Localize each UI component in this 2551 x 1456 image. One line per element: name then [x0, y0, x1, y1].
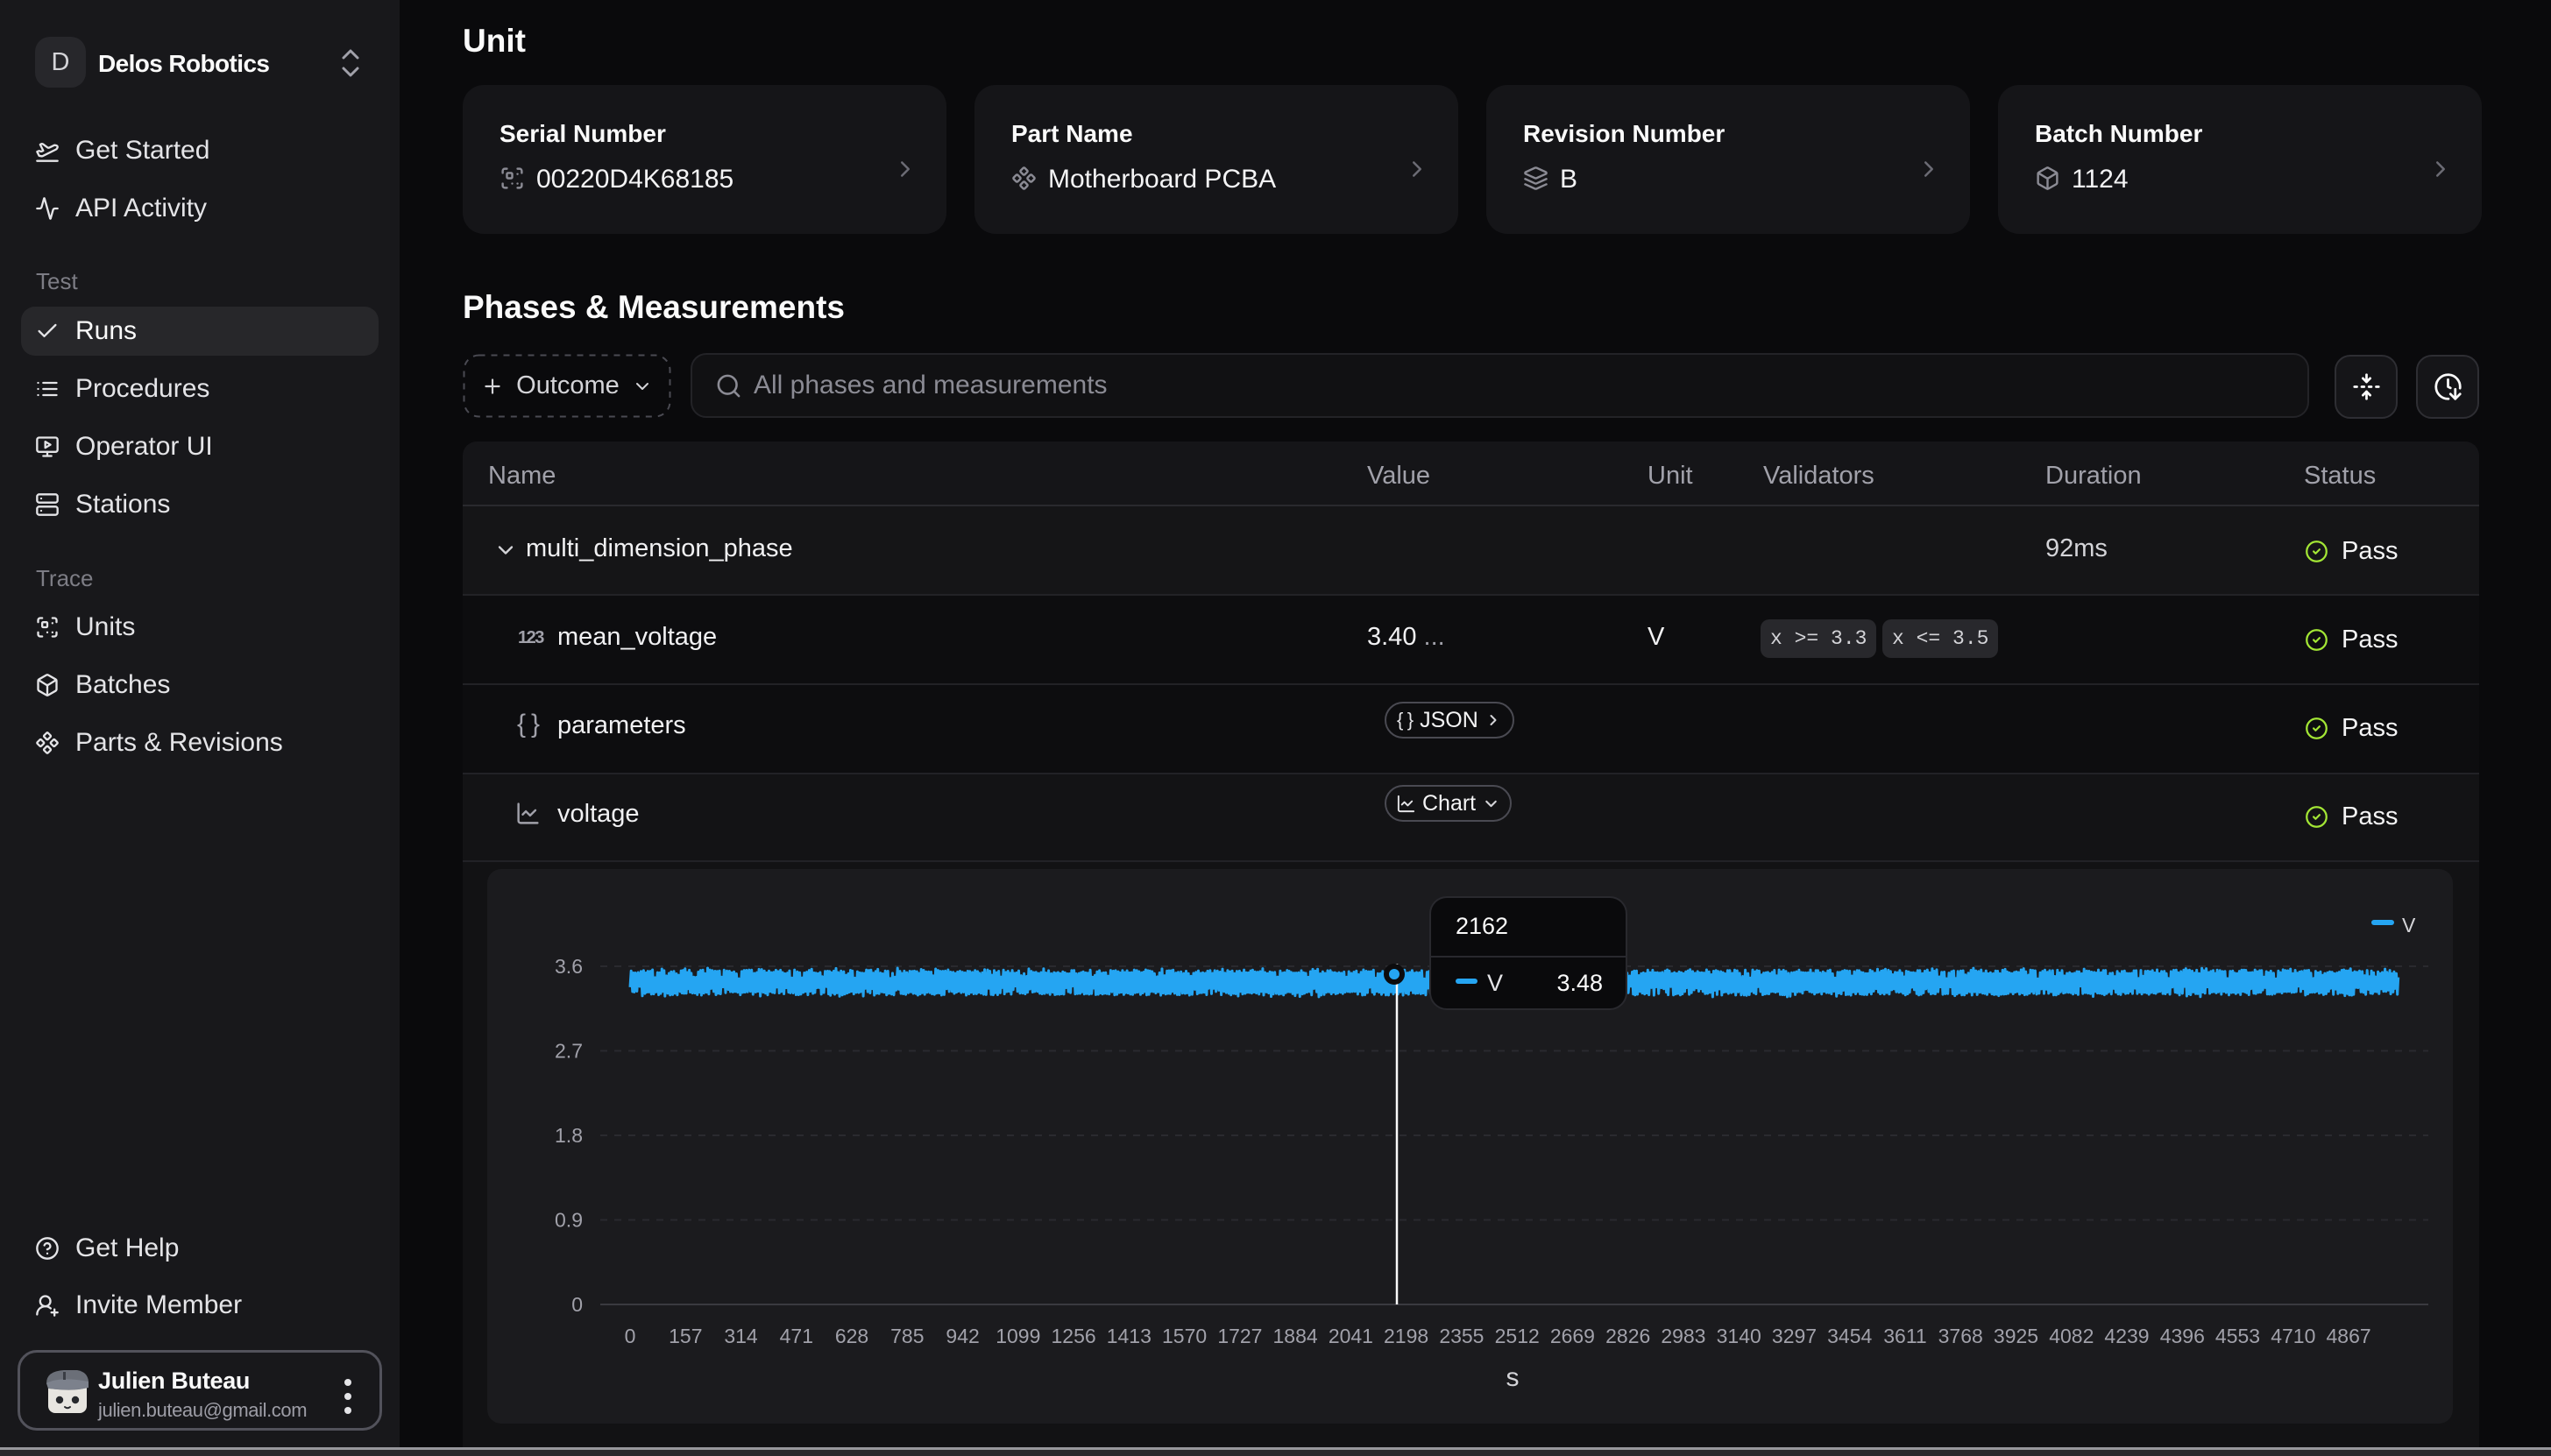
svg-text:2669: 2669	[1550, 1325, 1595, 1347]
svg-text:1256: 1256	[1052, 1325, 1096, 1347]
svg-text:3.6: 3.6	[555, 955, 583, 978]
svg-text:314: 314	[724, 1325, 758, 1347]
svg-text:1570: 1570	[1162, 1325, 1207, 1347]
svg-text:4553: 4553	[2215, 1325, 2260, 1347]
svg-text:3297: 3297	[1772, 1325, 1817, 1347]
svg-text:1.8: 1.8	[555, 1124, 583, 1147]
svg-text:3140: 3140	[1717, 1325, 1761, 1347]
svg-text:V: V	[2402, 914, 2416, 937]
svg-text:0: 0	[571, 1293, 583, 1316]
svg-text:2.7: 2.7	[555, 1040, 583, 1063]
svg-text:2983: 2983	[1661, 1325, 1705, 1347]
svg-text:1099: 1099	[996, 1325, 1040, 1347]
svg-text:2826: 2826	[1605, 1325, 1650, 1347]
svg-text:2355: 2355	[1439, 1325, 1484, 1347]
svg-text:2512: 2512	[1495, 1325, 1540, 1347]
svg-text:3611: 3611	[1883, 1325, 1926, 1347]
svg-text:4867: 4867	[2327, 1325, 2371, 1347]
svg-text:0: 0	[625, 1325, 636, 1347]
svg-text:4239: 4239	[2104, 1325, 2149, 1347]
svg-text:0.9: 0.9	[555, 1209, 583, 1232]
svg-text:157: 157	[669, 1325, 702, 1347]
svg-text:942: 942	[946, 1325, 979, 1347]
svg-text:628: 628	[835, 1325, 868, 1347]
svg-text:1413: 1413	[1107, 1325, 1151, 1347]
svg-text:3925: 3925	[1994, 1325, 2038, 1347]
svg-text:4710: 4710	[2271, 1325, 2315, 1347]
svg-text:2198: 2198	[1384, 1325, 1428, 1347]
svg-text:4082: 4082	[2049, 1325, 2094, 1347]
svg-text:1727: 1727	[1217, 1325, 1262, 1347]
svg-text:3454: 3454	[1827, 1325, 1872, 1347]
svg-text:471: 471	[780, 1325, 813, 1347]
svg-text:1884: 1884	[1273, 1325, 1318, 1347]
svg-text:3768: 3768	[1938, 1325, 1983, 1347]
svg-text:4396: 4396	[2160, 1325, 2205, 1347]
svg-text:2041: 2041	[1329, 1325, 1373, 1347]
svg-text:s: s	[1506, 1363, 1520, 1392]
svg-text:785: 785	[890, 1325, 924, 1347]
